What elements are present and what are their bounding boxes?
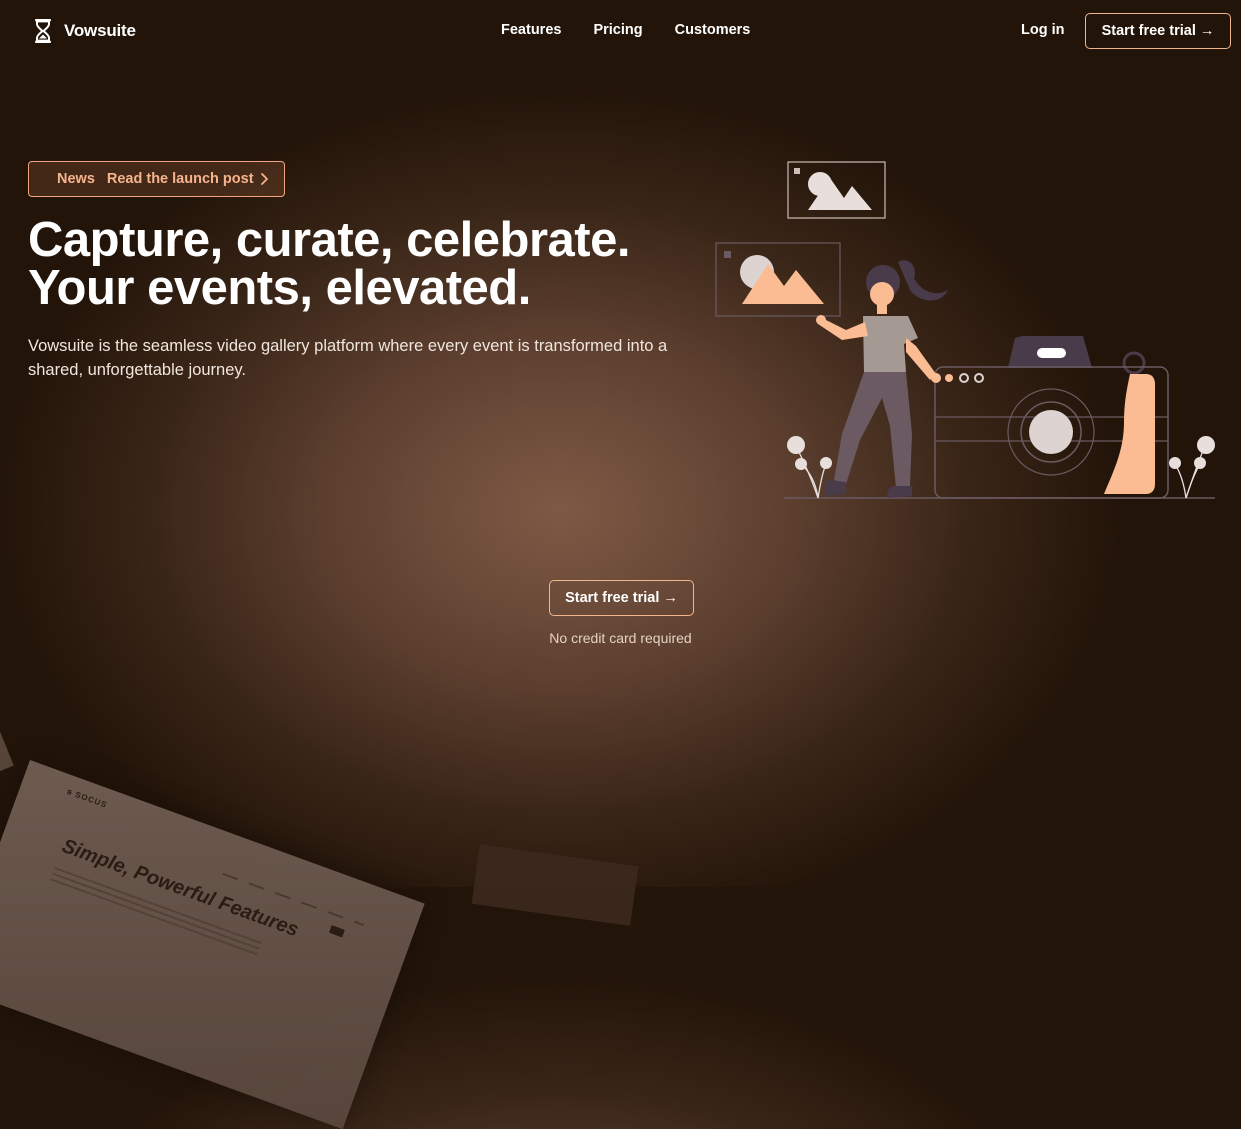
- nav-item-pricing[interactable]: Pricing: [593, 22, 642, 38]
- photographer-illustration: [715, 161, 1215, 499]
- news-tag: News: [57, 171, 95, 187]
- brand-logo[interactable]: Vowsuite: [34, 17, 136, 45]
- site-header: Vowsuite Features Pricing Customers Log …: [0, 0, 1241, 62]
- start-trial-hero-button[interactable]: Start free trial →: [549, 580, 694, 616]
- start-trial-header-button[interactable]: Start free trial →: [1085, 13, 1231, 49]
- photo-frame-left-icon: [715, 242, 841, 317]
- no-credit-card-note: No credit card required: [549, 630, 692, 646]
- preview-button: [328, 925, 345, 938]
- chevron-right-icon: [260, 173, 268, 185]
- hero-headline: Capture, curate, celebrate. Your events,…: [28, 213, 630, 315]
- news-link-text: Read the launch post: [106, 171, 254, 187]
- brand-name: Vowsuite: [64, 21, 136, 40]
- product-preview-panel: ꞩ SOCUS Simple, Powerful Features: [0, 760, 425, 1129]
- login-link[interactable]: Log in: [1021, 22, 1065, 38]
- main-nav: Features Pricing Customers: [501, 22, 782, 38]
- preview-panel-edge: [0, 728, 14, 784]
- preview-brand: ꞩ SOCUS: [66, 787, 109, 810]
- product-preview-panel-secondary: [471, 844, 639, 926]
- nav-item-features[interactable]: Features: [501, 22, 561, 38]
- plant-right-icon: [1169, 436, 1215, 499]
- woman-figure: [816, 260, 948, 498]
- hourglass-icon: [35, 19, 51, 43]
- camera-icon: [934, 336, 1169, 499]
- nav-item-customers[interactable]: Customers: [675, 22, 751, 38]
- headline-line-1: Capture, curate, celebrate.: [28, 213, 630, 267]
- photo-frame-top-icon: [787, 161, 886, 219]
- news-announcement-link[interactable]: News Read the launch post: [28, 161, 285, 197]
- headline-line-2: Your events, elevated.: [28, 261, 531, 315]
- hero-subtext: Vowsuite is the seamless video gallery p…: [28, 337, 668, 379]
